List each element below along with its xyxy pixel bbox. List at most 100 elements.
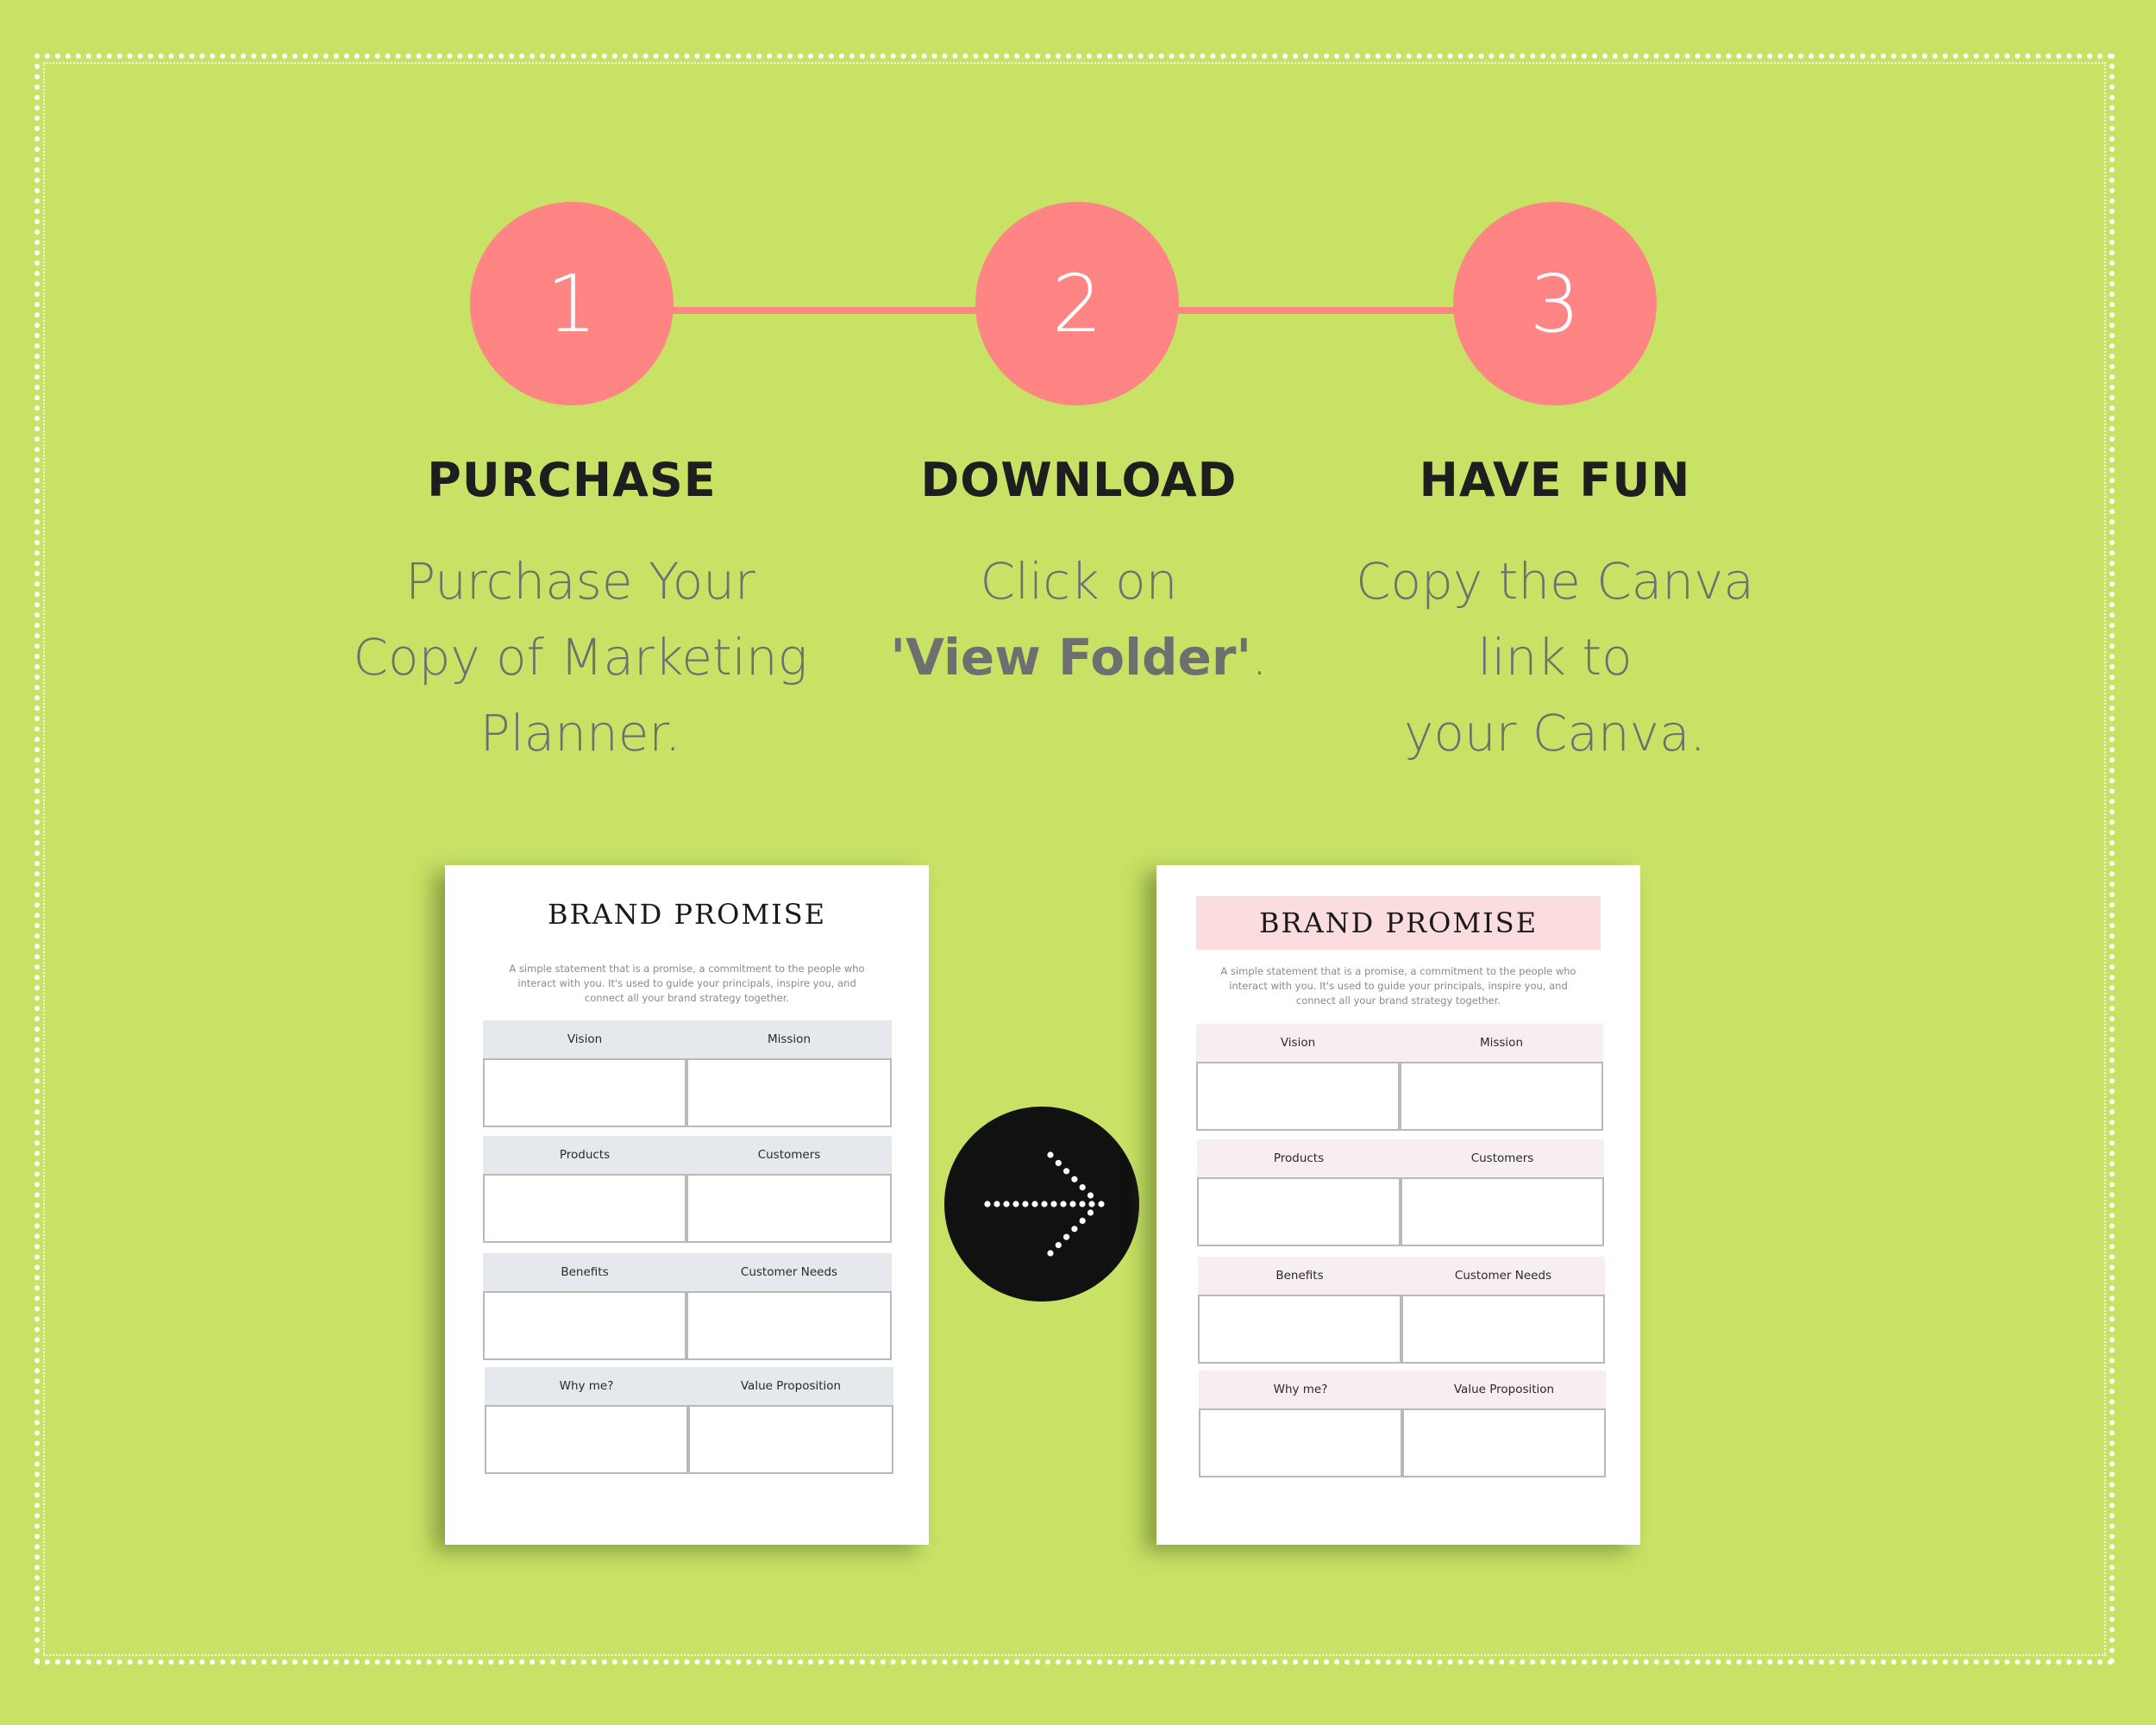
grid-cell: Why me? bbox=[1199, 1371, 1402, 1477]
cell-box bbox=[483, 1291, 686, 1360]
arrow-dot bbox=[1079, 1217, 1086, 1224]
step-1-number: 1 bbox=[546, 257, 598, 350]
arrow-dot bbox=[1087, 1192, 1094, 1199]
grid-cell: Customer Needs bbox=[1401, 1257, 1605, 1364]
planner-page-before: BRAND PROMISE A simple statement that is… bbox=[445, 865, 929, 1545]
step-1-title: PURCHASE bbox=[427, 453, 717, 507]
grid-cell: Customers bbox=[1401, 1139, 1604, 1246]
grid-cell: Benefits bbox=[483, 1253, 686, 1360]
cell-header: Customer Needs bbox=[1401, 1257, 1605, 1295]
arrow-dot bbox=[1047, 1151, 1054, 1158]
cell-box bbox=[686, 1058, 892, 1127]
arrow-dot bbox=[993, 1201, 1000, 1208]
arrow-dot bbox=[1071, 1226, 1078, 1233]
step-3-title: HAVE FUN bbox=[1419, 453, 1691, 507]
grid-cell: Mission bbox=[1400, 1024, 1603, 1131]
cell-header: Benefits bbox=[483, 1253, 686, 1291]
grid-cell: Value Proposition bbox=[1402, 1371, 1606, 1477]
step-2-circle: 2 bbox=[975, 202, 1179, 405]
step-1-description: Purchase Your Copy of Marketing Planner. bbox=[322, 543, 839, 771]
step-2-period: . bbox=[1251, 628, 1268, 687]
cell-header: Mission bbox=[1400, 1024, 1603, 1062]
step-3-line: Copy the Canva bbox=[1356, 552, 1754, 611]
arrow-dot bbox=[1063, 1168, 1070, 1175]
cell-box bbox=[485, 1405, 688, 1474]
cell-header: Customer Needs bbox=[686, 1253, 892, 1291]
arrow-dot bbox=[1022, 1201, 1029, 1208]
arrow-dot bbox=[1079, 1184, 1086, 1191]
grid-cell: Why me? bbox=[485, 1367, 688, 1474]
cell-box bbox=[1402, 1408, 1606, 1477]
step-3-description: Copy the Canva link to your Canva. bbox=[1296, 543, 1814, 771]
arrow-dot bbox=[1098, 1201, 1105, 1208]
step-2-line: Click on bbox=[980, 552, 1178, 611]
cell-header: Mission bbox=[686, 1020, 892, 1058]
grid-cell: Value Proposition bbox=[688, 1367, 893, 1474]
arrow-dot bbox=[1031, 1201, 1038, 1208]
arrow-dot bbox=[1047, 1250, 1054, 1257]
grid-cell: Vision bbox=[483, 1020, 686, 1127]
arrow-dot bbox=[1069, 1201, 1076, 1208]
step-2-line: 'View Folder'. bbox=[820, 619, 1338, 695]
cell-box bbox=[483, 1058, 686, 1127]
step-1-line: Copy of Marketing bbox=[353, 628, 808, 687]
dotted-arrow-right-icon bbox=[984, 1151, 1105, 1257]
arrow-dot bbox=[1087, 1209, 1094, 1216]
arrow-dot bbox=[1079, 1201, 1086, 1208]
cell-box bbox=[1199, 1408, 1402, 1477]
cell-header: Why me? bbox=[485, 1367, 688, 1405]
grid-cell: Benefits bbox=[1198, 1257, 1401, 1364]
step-3-number: 3 bbox=[1529, 257, 1581, 350]
step-3-line: link to bbox=[1477, 628, 1633, 687]
arrow-dot bbox=[1041, 1201, 1048, 1208]
grid-cell: Customer Needs bbox=[686, 1253, 892, 1360]
page-description: A simple statement that is a promise, a … bbox=[1220, 965, 1576, 1007]
page-title: BRAND PROMISE bbox=[1258, 906, 1539, 939]
grid-cell: Products bbox=[483, 1136, 686, 1243]
arrow-dot bbox=[1003, 1201, 1010, 1208]
grid-cell: Customers bbox=[686, 1136, 892, 1243]
arrow-circle bbox=[944, 1107, 1139, 1302]
cell-box bbox=[483, 1174, 686, 1243]
step-2-number: 2 bbox=[1051, 257, 1103, 350]
cell-box bbox=[1400, 1062, 1603, 1131]
cell-box bbox=[688, 1405, 893, 1474]
cell-box bbox=[1401, 1295, 1605, 1364]
step-1-line: Planner. bbox=[479, 704, 681, 762]
cell-box bbox=[686, 1174, 892, 1243]
cell-header: Why me? bbox=[1199, 1371, 1402, 1408]
cell-header: Benefits bbox=[1198, 1257, 1401, 1295]
cell-header: Vision bbox=[483, 1020, 686, 1058]
arrow-dot bbox=[1060, 1201, 1067, 1208]
grid-cell: Products bbox=[1197, 1139, 1401, 1246]
arrow-dot bbox=[1088, 1201, 1095, 1208]
cell-header: Products bbox=[483, 1136, 686, 1174]
page-description: A simple statement that is a promise, a … bbox=[509, 963, 865, 1004]
cell-header: Customers bbox=[686, 1136, 892, 1174]
step-2-description: Click on 'View Folder'. bbox=[820, 543, 1338, 695]
arrow-dot bbox=[1055, 1242, 1062, 1249]
cell-header: Products bbox=[1197, 1139, 1401, 1177]
cell-header: Value Proposition bbox=[1402, 1371, 1606, 1408]
cell-box bbox=[686, 1291, 892, 1360]
step-3-line: your Canva. bbox=[1404, 704, 1706, 762]
cell-header: Customers bbox=[1401, 1139, 1604, 1177]
arrow-dot bbox=[984, 1201, 991, 1208]
step-3-circle: 3 bbox=[1453, 202, 1657, 405]
arrow-dot bbox=[1071, 1176, 1078, 1182]
cell-box bbox=[1198, 1295, 1401, 1364]
page-title: BRAND PROMISE bbox=[547, 898, 827, 931]
arrow-dot bbox=[1055, 1159, 1062, 1166]
cell-header: Vision bbox=[1196, 1024, 1400, 1062]
step-1-circle: 1 bbox=[470, 202, 674, 405]
cell-box bbox=[1196, 1062, 1400, 1131]
step-1-line: Purchase Your bbox=[405, 552, 755, 611]
planner-page-after: BRAND PROMISE A simple statement that is… bbox=[1156, 865, 1640, 1545]
view-folder-label: 'View Folder' bbox=[890, 628, 1252, 687]
step-2-title: DOWNLOAD bbox=[920, 453, 1238, 507]
cell-box bbox=[1401, 1177, 1604, 1246]
arrow-dot bbox=[1050, 1201, 1057, 1208]
cell-header: Value Proposition bbox=[688, 1367, 893, 1405]
arrow-dot bbox=[1063, 1233, 1070, 1240]
grid-cell: Vision bbox=[1196, 1024, 1400, 1131]
